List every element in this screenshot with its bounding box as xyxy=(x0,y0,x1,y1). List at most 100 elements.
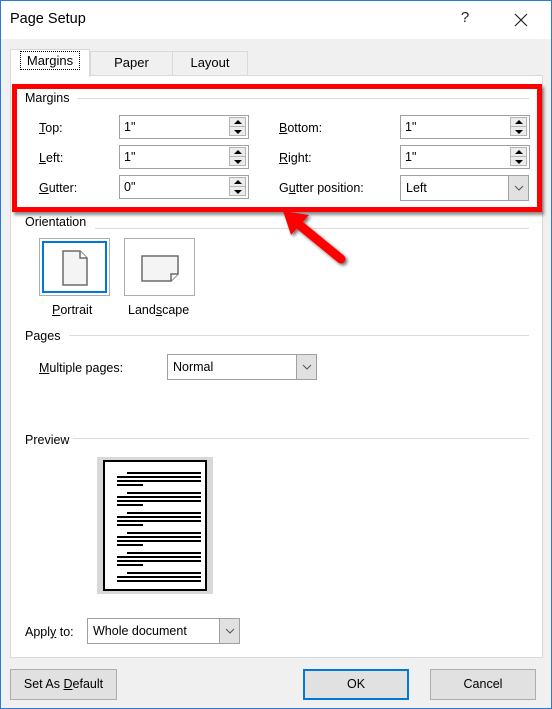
chevron-down-icon xyxy=(514,185,524,191)
preview-text-line xyxy=(117,580,201,582)
top-label-text: op: xyxy=(45,121,63,135)
tab-paper[interactable]: Paper xyxy=(90,51,173,76)
title-bar: Page Setup ? xyxy=(1,1,551,39)
set-as-default-button[interactable]: Set As Default xyxy=(10,669,117,700)
right-margin-spinner[interactable]: 1" xyxy=(400,145,530,169)
left-label-text: eft: xyxy=(45,151,64,165)
tab-margins[interactable]: Margins xyxy=(10,49,90,77)
gutter-position-label: Gutter position: xyxy=(279,181,364,195)
preview-text-line xyxy=(117,540,201,542)
preview-text-line xyxy=(127,552,201,554)
preview-text-line xyxy=(117,500,201,502)
bottom-margin-value[interactable]: 1" xyxy=(405,120,416,134)
margins-group-label: Margins xyxy=(25,91,74,105)
dropdown-button[interactable] xyxy=(296,355,316,379)
dropdown-button[interactable] xyxy=(219,619,239,643)
preview-text-line xyxy=(127,532,201,534)
chevron-down-icon xyxy=(302,364,312,370)
portrait-button[interactable] xyxy=(39,238,110,296)
preview-text-line xyxy=(117,560,201,562)
bottom-margin-spinner[interactable]: 1" xyxy=(400,115,530,139)
apply-to-dropdown[interactable]: Whole document xyxy=(87,618,240,644)
gutter-position-dropdown[interactable]: Left xyxy=(400,175,529,201)
landscape-label-text: cape xyxy=(162,303,190,317)
preview-text-line xyxy=(127,572,201,574)
page-setup-dialog: Page Setup ? Margins Paper Layout Margin… xyxy=(0,0,552,709)
set-default-label-pre: Set As xyxy=(23,677,64,691)
preview-text-line xyxy=(117,576,201,578)
right-label: Right: xyxy=(279,151,312,165)
preview-group-label: Preview xyxy=(25,433,74,447)
gutter-label: Gutter: xyxy=(39,181,77,195)
preview-text-line xyxy=(127,492,201,494)
preview-text-line xyxy=(117,496,201,498)
top-label: Top: xyxy=(39,121,63,135)
pages-group-label: Pages xyxy=(25,329,65,343)
spin-down-icon[interactable] xyxy=(510,126,527,136)
spin-down-icon[interactable] xyxy=(510,156,527,166)
gutter-position-label-pre: G xyxy=(279,181,289,195)
landscape-label-pre: Land xyxy=(128,303,156,317)
right-label-accel: R xyxy=(279,151,289,165)
preview-text-line xyxy=(117,484,143,486)
left-margin-value[interactable]: 1" xyxy=(124,150,135,164)
orientation-group-label: Orientation xyxy=(25,215,91,229)
gutter-spinner[interactable]: 0" xyxy=(119,175,249,199)
multiple-pages-label: Multiple pages: xyxy=(39,361,123,375)
tab-margins-label: Margins xyxy=(19,51,81,70)
bottom-label: Bottom: xyxy=(279,121,322,135)
gutter-position-label-text: tter position: xyxy=(295,181,364,195)
multiple-pages-label-text: ultiple pages: xyxy=(49,361,124,375)
pages-group-divider xyxy=(69,335,529,336)
preview-area xyxy=(97,457,213,594)
margins-tab-panel: Margins Top: 1" Bottom: 1" Left: 1" Righ… xyxy=(10,75,543,658)
gutter-value[interactable]: 0" xyxy=(124,180,135,194)
landscape-page-icon xyxy=(141,255,179,282)
preview-text-line xyxy=(117,520,201,522)
landscape-button[interactable] xyxy=(124,238,195,296)
multiple-pages-dropdown[interactable]: Normal xyxy=(167,354,317,380)
portrait-label-text: ortrait xyxy=(60,303,93,317)
dialog-title: Page Setup xyxy=(10,11,86,27)
multiple-pages-label-accel: M xyxy=(39,361,50,375)
ok-button[interactable]: OK xyxy=(303,669,409,700)
cancel-button[interactable]: Cancel xyxy=(430,669,536,700)
preview-text-line xyxy=(117,480,201,482)
orientation-group-divider xyxy=(95,228,529,229)
close-button[interactable] xyxy=(506,7,536,33)
preview-text-line xyxy=(117,544,143,546)
gutter-label-accel: G xyxy=(39,181,49,195)
apply-to-label-text: to: xyxy=(56,625,74,639)
left-margin-spinner[interactable]: 1" xyxy=(119,145,249,169)
apply-to-label-pre: Appl xyxy=(25,625,51,639)
preview-text-line xyxy=(127,512,201,514)
preview-text-line xyxy=(117,536,201,538)
preview-text-line xyxy=(127,472,201,474)
top-margin-spinner[interactable]: 1" xyxy=(119,115,249,139)
gutter-label-text: utter: xyxy=(48,181,78,195)
spin-down-icon[interactable] xyxy=(229,126,246,136)
preview-page-thumbnail xyxy=(103,460,207,591)
help-button[interactable]: ? xyxy=(453,9,477,31)
set-default-label-accel: D xyxy=(63,677,73,691)
dropdown-button[interactable] xyxy=(508,176,528,200)
spin-down-icon[interactable] xyxy=(229,156,246,166)
apply-to-label: Apply to: xyxy=(25,625,74,639)
top-margin-value[interactable]: 1" xyxy=(124,120,135,134)
bottom-label-text: ottom: xyxy=(287,121,323,135)
spin-down-icon[interactable] xyxy=(229,186,246,196)
set-default-label-text: efault xyxy=(72,677,104,691)
landscape-label: Landscape xyxy=(128,303,189,317)
margins-group-divider xyxy=(77,98,529,99)
multiple-pages-value: Normal xyxy=(173,360,214,374)
preview-text-line xyxy=(117,524,143,526)
portrait-page-icon xyxy=(62,250,88,286)
gutter-position-value: Left xyxy=(406,181,427,195)
preview-text-line xyxy=(117,564,143,566)
close-icon xyxy=(514,13,528,27)
preview-text-line xyxy=(117,476,201,478)
right-margin-value[interactable]: 1" xyxy=(405,150,416,164)
tab-layout[interactable]: Layout xyxy=(172,51,248,76)
right-label-text: ight: xyxy=(288,151,312,165)
preview-group-divider xyxy=(73,438,529,439)
